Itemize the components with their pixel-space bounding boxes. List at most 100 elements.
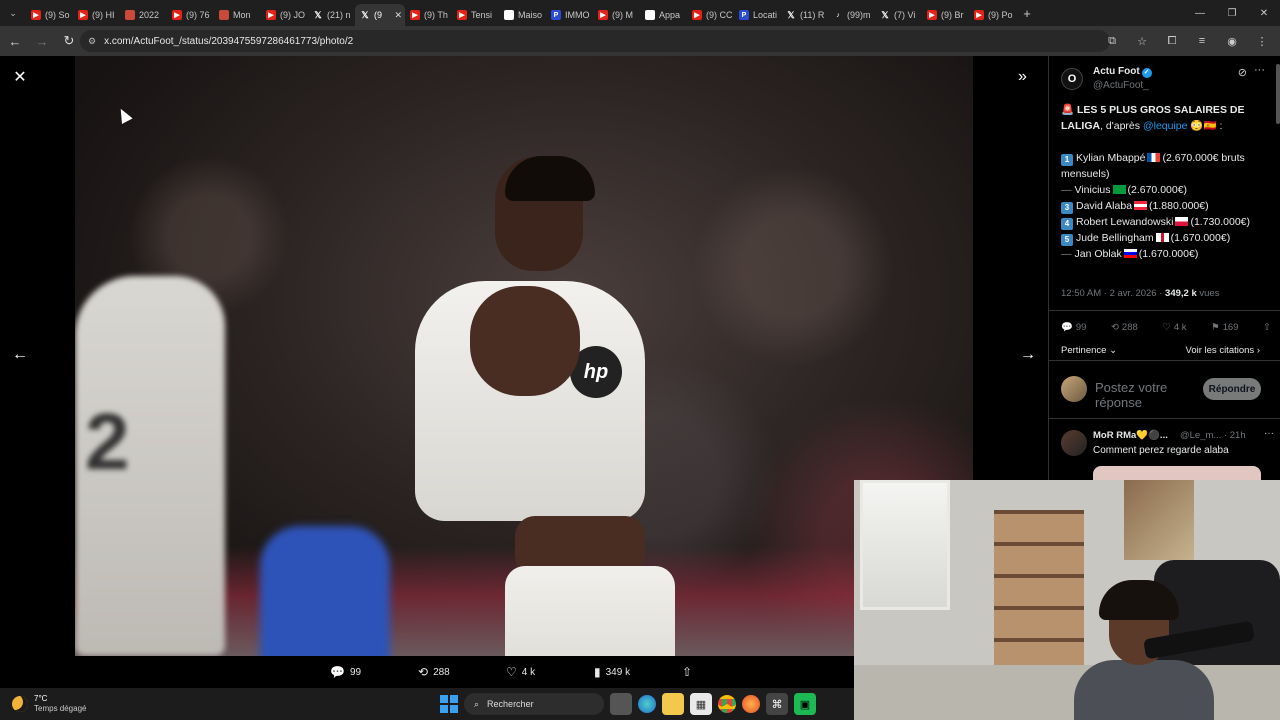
ranking-item: — Jan Oblak (1.670.000€): [1061, 246, 1267, 262]
app-icon[interactable]: ▣: [794, 693, 816, 715]
forward-icon[interactable]: →: [30, 29, 54, 53]
post-header: O Actu Foot ✓ @ActuFoot_ ⊘ ···: [1061, 64, 1271, 94]
reload-icon[interactable]: ↻: [57, 29, 81, 53]
tab-2[interactable]: 2022: [120, 4, 167, 26]
more-options-icon[interactable]: ···: [1254, 64, 1265, 76]
tab-19[interactable]: ▶ (9) Br: [922, 4, 969, 26]
like-stat[interactable]: ♡ 4 k: [1162, 322, 1186, 333]
author-handle[interactable]: @ActuFoot_: [1093, 80, 1149, 91]
store-icon[interactable]: ▦: [690, 693, 712, 715]
youtube-icon: ▶: [692, 10, 702, 20]
back-icon[interactable]: ←: [3, 29, 27, 53]
collapse-panel-icon[interactable]: »: [1018, 68, 1027, 86]
capcut-icon[interactable]: ⌘: [766, 693, 788, 715]
bookmark-star-icon[interactable]: ☆: [1130, 30, 1154, 52]
repost-stat[interactable]: ⟲ 288: [1111, 322, 1138, 333]
like-button[interactable]: ♡ 4 k: [506, 665, 594, 679]
edge-icon[interactable]: [638, 695, 656, 713]
reply-author-handle[interactable]: @Le_m... · 21h: [1180, 430, 1246, 441]
reply-author-name[interactable]: MoR RMa💛⚫...: [1093, 430, 1168, 441]
tab-17[interactable]: ♪ (99)m: [828, 4, 875, 26]
sort-dropdown[interactable]: Pertinence ⌄: [1061, 345, 1117, 356]
chrome-icon[interactable]: [718, 695, 736, 713]
tab-4[interactable]: Mon: [214, 4, 261, 26]
tab-1[interactable]: ▶ (9) HI: [73, 4, 120, 26]
view-quotes-link[interactable]: Voir les citations ›: [1186, 345, 1260, 356]
windows-start-icon[interactable]: [440, 695, 458, 713]
reply-input[interactable]: Postez votre réponse: [1095, 380, 1190, 410]
tab-12[interactable]: ▶ (9) M: [593, 4, 640, 26]
media-icon[interactable]: ≡: [1190, 30, 1214, 52]
close-window-icon[interactable]: ✕: [1248, 0, 1280, 26]
tab-18[interactable]: 𝕏 (7) Vi: [875, 4, 922, 26]
chevron-right-icon: ›: [1256, 345, 1260, 356]
post-views: 349,2 k: [1165, 288, 1197, 299]
new-tab-button[interactable]: +: [1016, 6, 1038, 21]
tab-7[interactable]: 𝕏 (9 ✕: [355, 4, 405, 26]
reply-stat[interactable]: 💬 99: [1061, 322, 1086, 333]
tab-10[interactable]: Maiso: [499, 4, 546, 26]
file-explorer-icon[interactable]: [662, 693, 684, 715]
tab-13[interactable]: Appa: [640, 4, 687, 26]
profile-icon[interactable]: ◉: [1220, 30, 1244, 52]
tab-5[interactable]: ▶ (9) JO: [261, 4, 308, 26]
tab-9[interactable]: ▶ Tensi: [452, 4, 499, 26]
reply-more-icon[interactable]: ···: [1264, 428, 1274, 439]
tab-label: Locati: [753, 10, 778, 20]
divider: [1049, 418, 1280, 419]
share-stat[interactable]: ⇧: [1263, 322, 1271, 333]
address-bar[interactable]: ⚙ x.com/ActuFoot_/status/203947559728646…: [80, 30, 1110, 52]
views-button[interactable]: ▮ 349 k: [594, 665, 682, 679]
salary-value: (1.670.000€): [1138, 248, 1199, 260]
youtube-icon: ▶: [172, 10, 182, 20]
next-photo-icon[interactable]: →: [1020, 346, 1036, 364]
share-icon: ⇧: [682, 665, 693, 679]
firefox-icon[interactable]: [742, 695, 760, 713]
site-icon: [125, 10, 135, 20]
tab-0[interactable]: ▶ (9) So: [26, 4, 73, 26]
tab-search-icon[interactable]: ⌄: [0, 0, 26, 26]
post-photo[interactable]: 2 hp: [75, 56, 973, 656]
extensions-icon[interactable]: ⧠: [1160, 30, 1184, 52]
site-info-icon[interactable]: ⚙: [88, 36, 96, 47]
menu-icon[interactable]: ⋮: [1250, 30, 1274, 52]
close-tab-icon[interactable]: ✕: [394, 10, 405, 21]
close-icon[interactable]: ✕: [11, 68, 29, 86]
previous-photo-icon[interactable]: ←: [12, 346, 28, 364]
tab-label: (9) JO: [280, 10, 306, 20]
tab-8[interactable]: ▶ (9) Th: [405, 4, 452, 26]
tab-20[interactable]: ▶ (9) Po: [969, 4, 1016, 26]
youtube-icon: ▶: [457, 10, 467, 20]
task-view-icon[interactable]: [610, 693, 632, 715]
webcam-overlay: [854, 480, 1280, 720]
tab-15[interactable]: P Locati: [734, 4, 781, 26]
install-app-icon[interactable]: ⧉: [1100, 30, 1124, 52]
reply-avatar[interactable]: [1061, 430, 1087, 456]
tab-14[interactable]: ▶ (9) CC: [687, 4, 734, 26]
mention-link[interactable]: @lequipe: [1143, 120, 1188, 132]
share-button[interactable]: ⇧: [682, 665, 712, 679]
salary-value: (2.670.000€): [1127, 184, 1188, 196]
author-name-text: Actu Foot: [1093, 66, 1140, 77]
scrollbar[interactable]: [1276, 64, 1280, 124]
weather-widget[interactable]: 7°C Temps dégagé: [12, 694, 86, 713]
x-icon: 𝕏: [361, 9, 369, 20]
tab-11[interactable]: P IMMO: [546, 4, 593, 26]
reply-button[interactable]: 💬 99: [330, 665, 418, 679]
repost-button[interactable]: ⟲ 288: [418, 665, 506, 679]
tab-3[interactable]: ▶ (9) 76: [167, 4, 214, 26]
bookmark-stat[interactable]: ⚑ 169: [1211, 322, 1238, 333]
reply-submit-button[interactable]: Répondre: [1203, 378, 1261, 400]
minimize-icon[interactable]: —: [1184, 0, 1216, 26]
avatar[interactable]: O: [1061, 68, 1083, 90]
grok-icon[interactable]: ⊘: [1238, 66, 1247, 79]
post-time[interactable]: 12:50 AM · 2 avr. 2026 ·: [1061, 288, 1165, 299]
youtube-icon: ▶: [598, 10, 608, 20]
taskbar-search[interactable]: ⌕ Rechercher: [464, 693, 604, 715]
user-avatar[interactable]: [1061, 376, 1087, 402]
tab-16[interactable]: 𝕏 (11) R: [781, 4, 828, 26]
tab-6[interactable]: 𝕏 (21) n: [308, 4, 355, 26]
author-name[interactable]: Actu Foot ✓: [1093, 66, 1152, 78]
rank-badge: 3: [1061, 202, 1073, 214]
maximize-icon[interactable]: ❐: [1216, 0, 1248, 26]
